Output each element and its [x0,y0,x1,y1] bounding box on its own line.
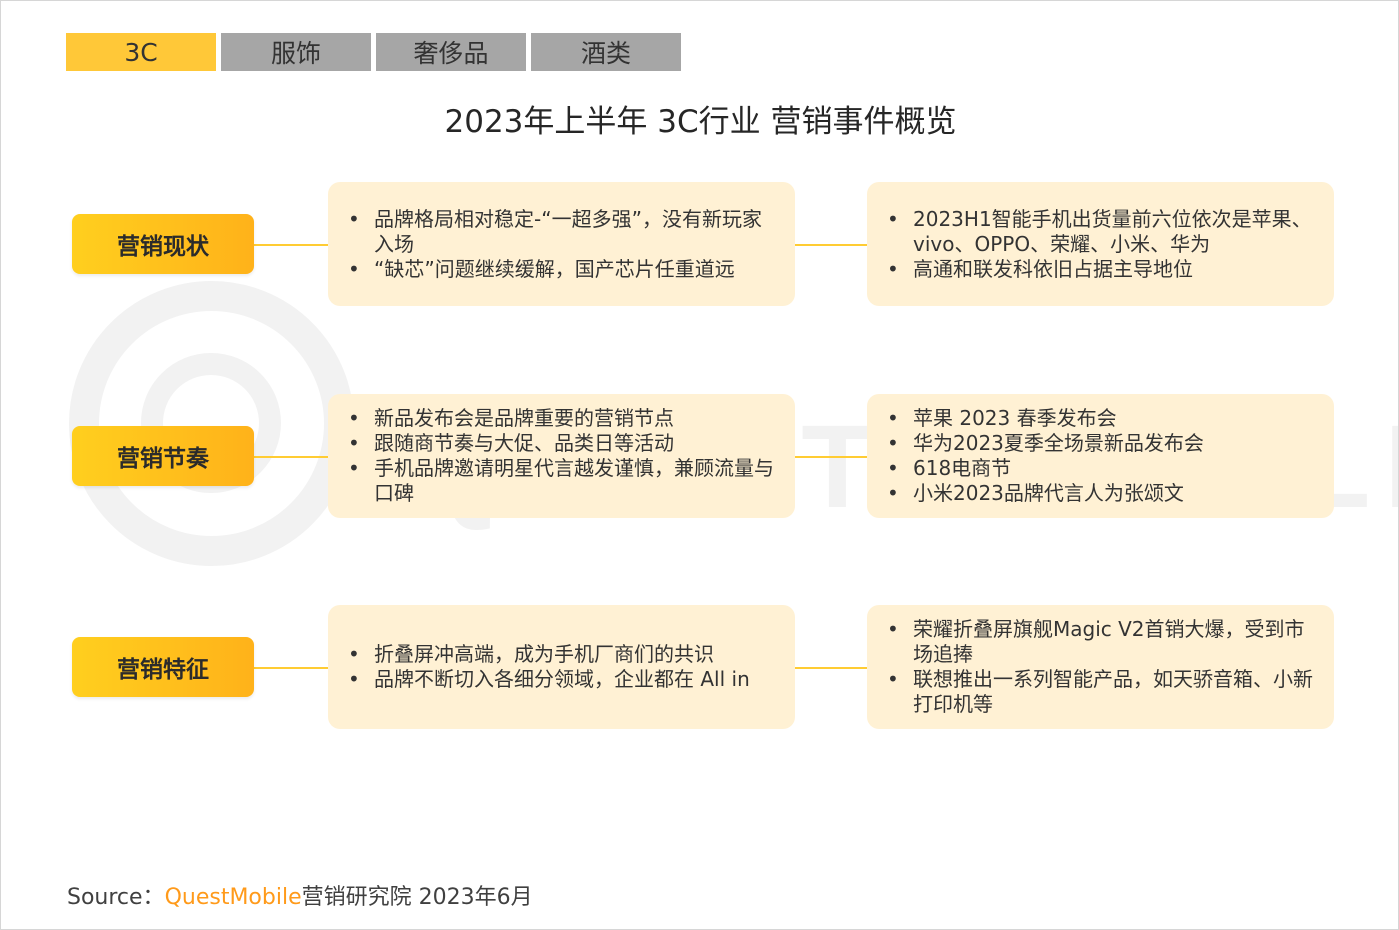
bullet-item: 品牌不断切入各细分领域，企业都在 All in [346,667,775,692]
bullet-item: 小米2023品牌代言人为张颂文 [885,481,1314,506]
tab-luxury[interactable]: 奢侈品 [376,33,526,71]
bullet-item: 手机品牌邀请明星代言越发谨慎，兼顾流量与口碑 [346,456,775,506]
bullet-list: 2023H1智能手机出货量前六位依次是苹果、vivo、OPPO、荣耀、小米、华为… [885,207,1314,282]
card-left: 折叠屏冲高端，成为手机厂商们的共识 品牌不断切入各细分领域，企业都在 All i… [328,605,795,729]
connector-line [254,667,328,669]
tab-3c[interactable]: 3C [66,33,216,71]
bullet-item: 2023H1智能手机出货量前六位依次是苹果、vivo、OPPO、荣耀、小米、华为 [885,207,1314,257]
card-right: 苹果 2023 春季发布会 华为2023夏季全场景新品发布会 618电商节 小米… [867,394,1334,518]
row-label: 营销节奏 [72,426,254,486]
slide-frame: QUEST MOBILE 3C 服饰 奢侈品 酒类 2023年上半年 3C行业 … [0,0,1399,930]
connector-line [254,244,328,246]
bullet-item: 新品发布会是品牌重要的营销节点 [346,406,775,431]
connector-line [795,456,867,458]
bullet-item: 荣耀折叠屏旗舰Magic V2首销大爆，受到市场追捧 [885,617,1314,667]
bullet-list: 折叠屏冲高端，成为手机厂商们的共识 品牌不断切入各细分领域，企业都在 All i… [346,642,775,692]
bullet-item: 联想推出一系列智能产品，如天骄音箱、小新打印机等 [885,667,1314,717]
row-rhythm: 营销节奏 新品发布会是品牌重要的营销节点 跟随商节奏与大促、品类日等活动 手机品… [1,394,1398,522]
bullet-item: 高通和联发科依旧占据主导地位 [885,257,1314,282]
bullet-list: 荣耀折叠屏旗舰Magic V2首销大爆，受到市场追捧 联想推出一系列智能产品，如… [885,617,1314,717]
bullet-item: 华为2023夏季全场景新品发布会 [885,431,1314,456]
bullet-list: 苹果 2023 春季发布会 华为2023夏季全场景新品发布会 618电商节 小米… [885,406,1314,506]
row-label: 营销特征 [72,637,254,697]
source-note: Source：QuestMobile营销研究院 2023年6月 [67,879,533,911]
card-left: 品牌格局相对稳定-“一超多强”，没有新玩家入场 “缺芯”问题继续缓解，国产芯片任… [328,182,795,306]
connector-line [254,456,328,458]
connector-line [795,244,867,246]
source-brand: QuestMobile [164,885,302,910]
source-suffix: 营销研究院 2023年6月 [301,885,533,910]
row-features: 营销特征 折叠屏冲高端，成为手机厂商们的共识 品牌不断切入各细分领域，企业都在 … [1,605,1398,733]
source-prefix: Source： [67,885,165,910]
card-left: 新品发布会是品牌重要的营销节点 跟随商节奏与大促、品类日等活动 手机品牌邀请明星… [328,394,795,518]
bullet-item: 品牌格局相对稳定-“一超多强”，没有新玩家入场 [346,207,775,257]
bullet-item: 618电商节 [885,456,1314,481]
bullet-item: 折叠屏冲高端，成为手机厂商们的共识 [346,642,775,667]
card-right: 2023H1智能手机出货量前六位依次是苹果、vivo、OPPO、荣耀、小米、华为… [867,182,1334,306]
category-tabs: 3C 服饰 奢侈品 酒类 [66,33,686,71]
row-label: 营销现状 [72,214,254,274]
bullet-item: “缺芯”问题继续缓解，国产芯片任重道远 [346,257,775,282]
card-right: 荣耀折叠屏旗舰Magic V2首销大爆，受到市场追捧 联想推出一系列智能产品，如… [867,605,1334,729]
bullet-list: 品牌格局相对稳定-“一超多强”，没有新玩家入场 “缺芯”问题继续缓解，国产芯片任… [346,207,775,282]
row-status: 营销现状 品牌格局相对稳定-“一超多强”，没有新玩家入场 “缺芯”问题继续缓解，… [1,182,1398,310]
bullet-item: 跟随商节奏与大促、品类日等活动 [346,431,775,456]
bullet-list: 新品发布会是品牌重要的营销节点 跟随商节奏与大促、品类日等活动 手机品牌邀请明星… [346,406,775,506]
connector-line [795,667,867,669]
tab-apparel[interactable]: 服饰 [221,33,371,71]
bullet-item: 苹果 2023 春季发布会 [885,406,1314,431]
tab-liquor[interactable]: 酒类 [531,33,681,71]
page-title: 2023年上半年 3C行业 营销事件概览 [444,104,957,140]
